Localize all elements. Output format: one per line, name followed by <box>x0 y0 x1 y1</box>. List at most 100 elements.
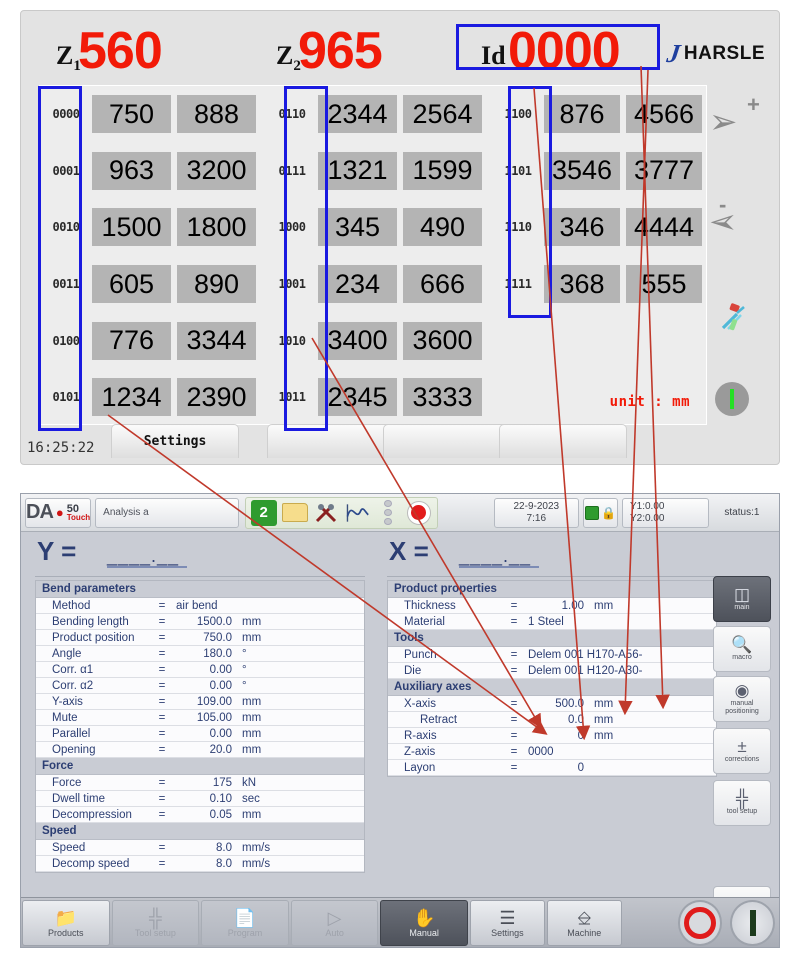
grid-cell-value2[interactable]: 666 <box>403 265 482 303</box>
parameter-value[interactable]: air bend <box>170 600 320 612</box>
parameter-value[interactable]: 500.0 <box>522 698 584 710</box>
tool-button[interactable] <box>703 291 773 353</box>
sidebar-item-manual-positioning[interactable]: ◉manual positioning <box>713 676 771 722</box>
tab-empty-1[interactable] <box>267 424 395 458</box>
parameter-row[interactable]: Retract=0.0mm <box>388 712 716 728</box>
grid-cell-value1[interactable]: 876 <box>544 95 620 133</box>
grid-cell-value1[interactable]: 2345 <box>318 378 397 416</box>
grid-cell-value1[interactable]: 750 <box>92 95 171 133</box>
grid-cell-value1[interactable]: 3400 <box>318 322 397 360</box>
parameter-row[interactable]: Punch=Delem 001 H170-A56- <box>388 647 716 663</box>
x-axis-value[interactable]: ____.__ <box>459 546 531 567</box>
grid-cell-value2[interactable]: 2564 <box>403 95 482 133</box>
parameter-row[interactable]: Force=175kN <box>36 775 364 791</box>
parameter-row[interactable]: Layon=0 <box>388 760 716 776</box>
grid-cell-value2[interactable]: 4566 <box>626 95 702 133</box>
y-axis-value[interactable]: ____.__ <box>107 546 179 567</box>
parameter-value[interactable]: Delem 001 H120-A30- <box>522 665 672 677</box>
parameter-value[interactable]: 0 <box>522 762 584 774</box>
count-badge[interactable]: 2 <box>251 500 277 526</box>
grid-cell-value1[interactable]: 963 <box>92 152 171 190</box>
parameter-value[interactable]: 0.05 <box>170 809 232 821</box>
folder-icon[interactable] <box>282 500 308 526</box>
grid-cell-value1[interactable]: 346 <box>544 208 620 246</box>
parameter-value[interactable]: 1500.0 <box>170 616 232 628</box>
grid-row[interactable]: 11103464444 <box>492 199 708 256</box>
parameter-row[interactable]: Y-axis=109.00mm <box>36 694 364 710</box>
parameter-row[interactable]: Parallel=0.00mm <box>36 726 364 742</box>
grid-cell-value2[interactable]: 3344 <box>177 322 256 360</box>
grid-cell-value2[interactable]: 3600 <box>403 322 482 360</box>
parameter-row[interactable]: Mute=105.00mm <box>36 710 364 726</box>
grid-cell-value1[interactable]: 1321 <box>318 152 397 190</box>
parameter-row[interactable]: Corr. α2=0.00° <box>36 678 364 694</box>
grid-cell-value1[interactable]: 605 <box>92 265 171 303</box>
parameter-value[interactable]: 0 <box>522 730 584 742</box>
parameter-value[interactable]: 0.10 <box>170 793 232 805</box>
grid-row[interactable]: 00019633200 <box>40 143 262 200</box>
grid-cell-value1[interactable]: 368 <box>544 265 620 303</box>
parameter-value[interactable]: Delem 001 H170-A56- <box>522 649 672 661</box>
parameter-value[interactable]: 0.00 <box>170 728 232 740</box>
parameter-value[interactable]: 1 Steel <box>522 616 672 628</box>
parameter-value[interactable]: 175 <box>170 777 232 789</box>
parameter-row[interactable]: Speed=8.0mm/s <box>36 840 364 856</box>
grid-row[interactable]: 011113211599 <box>266 143 488 200</box>
parameter-row[interactable]: Bending length=1500.0mm <box>36 614 364 630</box>
grid-cell-value1[interactable]: 1500 <box>92 208 171 246</box>
parameter-value[interactable]: 1.00 <box>522 600 584 612</box>
tab-empty-2[interactable] <box>383 424 511 458</box>
grid-cell-value2[interactable]: 1599 <box>403 152 482 190</box>
grid-cell-value1[interactable]: 776 <box>92 322 171 360</box>
sidebar-item-macro[interactable]: 🔍macro <box>713 626 771 672</box>
grid-cell-value2[interactable]: 890 <box>177 265 256 303</box>
grid-row[interactable]: 101123453333 <box>266 369 488 426</box>
tab-empty-3[interactable] <box>499 424 627 458</box>
parameter-row[interactable]: Die=Delem 001 H120-A30- <box>388 663 716 679</box>
grid-row[interactable]: 0000750888 <box>40 86 262 143</box>
waveform-icon[interactable] <box>344 500 370 526</box>
parameter-value[interactable]: 8.0 <box>170 858 232 870</box>
emergency-stop-button[interactable] <box>678 900 723 946</box>
taskbar-button-manual[interactable]: ✋Manual <box>380 900 468 946</box>
sidebar-item-corrections[interactable]: ±corrections <box>713 728 771 774</box>
grid-row[interactable]: 110135463777 <box>492 143 708 200</box>
grid-row[interactable]: 011023442564 <box>266 86 488 143</box>
grid-cell-value2[interactable]: 3200 <box>177 152 256 190</box>
grid-cell-value2[interactable]: 490 <box>403 208 482 246</box>
grid-cell-value1[interactable]: 345 <box>318 208 397 246</box>
parameter-value[interactable]: 0000 <box>522 746 672 758</box>
grid-cell-value2[interactable]: 2390 <box>177 378 256 416</box>
taskbar-button-machine[interactable]: ⎒Machine <box>547 900 622 946</box>
step-forward-button[interactable]: + ➢ <box>703 91 773 153</box>
lock-status[interactable]: 🔒 <box>583 498 618 528</box>
grid-cell-value2[interactable]: 1800 <box>177 208 256 246</box>
parameter-value[interactable]: 109.00 <box>170 696 232 708</box>
grid-row[interactable]: 010112342390 <box>40 369 262 426</box>
parameter-row[interactable]: Decomp speed=8.0mm/s <box>36 856 364 872</box>
parameter-row[interactable]: R-axis=0mm <box>388 728 716 744</box>
taskbar-button-auto[interactable]: ▷Auto <box>291 900 379 946</box>
parameter-row[interactable]: Corr. α1=0.00° <box>36 662 364 678</box>
taskbar-button-settings[interactable]: ☰Settings <box>470 900 545 946</box>
taskbar-button-program[interactable]: 📄Program <box>201 900 289 946</box>
parameter-value[interactable]: 750.0 <box>170 632 232 644</box>
grid-row[interactable]: 0011605890 <box>40 256 262 313</box>
tools-icon[interactable] <box>313 500 339 526</box>
tab-settings[interactable]: Settings <box>111 424 239 458</box>
step-back-button[interactable]: - ➢ <box>703 191 773 253</box>
parameter-value[interactable]: 20.0 <box>170 744 232 756</box>
grid-row[interactable]: 11008764566 <box>492 86 708 143</box>
start-button[interactable] <box>730 900 775 946</box>
parameter-value[interactable]: 105.00 <box>170 712 232 724</box>
parameter-row[interactable]: Method=air bend <box>36 598 364 614</box>
taskbar-button-products[interactable]: 📁Products <box>22 900 110 946</box>
parameter-value[interactable]: 0.00 <box>170 664 232 676</box>
grid-row[interactable]: 101034003600 <box>266 312 488 369</box>
grid-cell-value2[interactable]: 888 <box>177 95 256 133</box>
sidebar-item-tool-setup[interactable]: ╬tool setup <box>713 780 771 826</box>
taskbar-button-tool-setup[interactable]: ╬Tool setup <box>112 900 200 946</box>
grid-cell-value1[interactable]: 234 <box>318 265 397 303</box>
grid-row[interactable]: 1001234666 <box>266 256 488 313</box>
parameter-row[interactable]: X-axis=500.0mm <box>388 696 716 712</box>
